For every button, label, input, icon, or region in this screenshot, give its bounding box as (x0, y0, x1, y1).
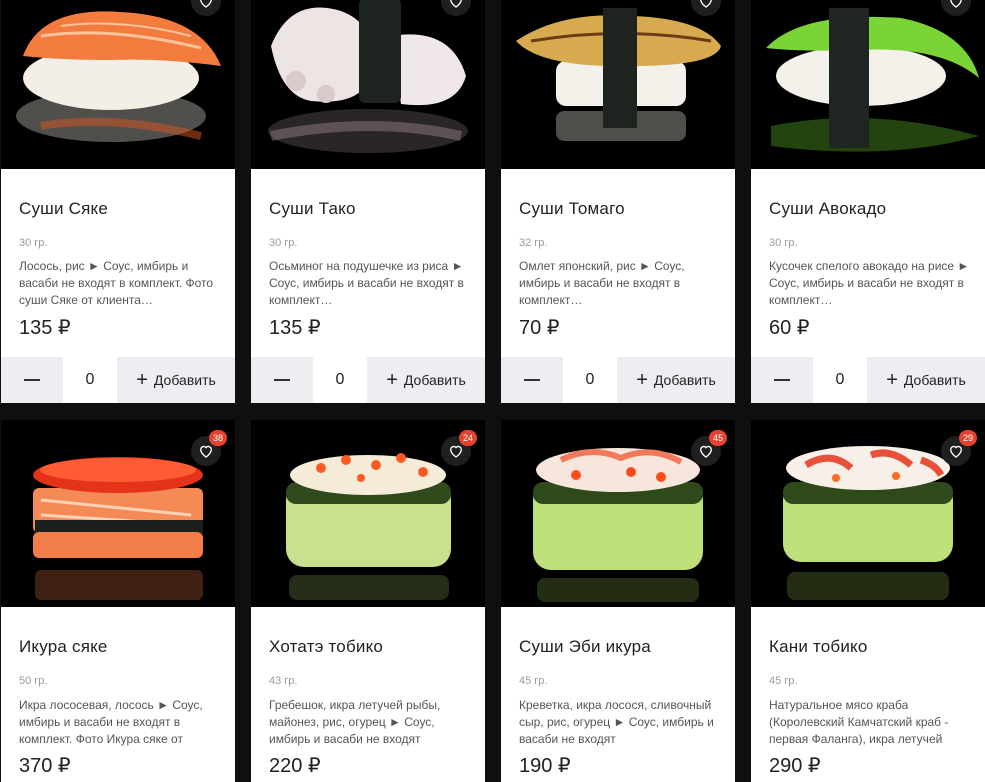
add-to-cart-button[interactable]: + Добавить (117, 357, 235, 403)
product-photo[interactable] (501, 0, 735, 169)
product-price: 60 ₽ (769, 317, 810, 339)
product-photo[interactable]: 38 (1, 420, 235, 607)
product-price: 220 ₽ (269, 755, 321, 777)
minus-icon (774, 379, 790, 381)
add-label: Добавить (653, 372, 716, 388)
product-weight: 50 гр. (19, 675, 48, 687)
product-price: 70 ₽ (519, 317, 560, 339)
quantity-value[interactable]: 0 (313, 357, 367, 403)
favorites-count-badge: 38 (209, 430, 227, 446)
decrease-button[interactable] (751, 357, 813, 403)
product-title: Хотатэ тобико (269, 637, 384, 656)
product-description: Икра лососевая, лосось ► Соус, имбирь и … (19, 698, 203, 746)
product-weight: 43 гр. (269, 675, 298, 687)
product-title: Икура сяке (19, 637, 108, 656)
product-photo[interactable] (251, 0, 485, 169)
product-description: Натуральное мясо краба (Королевский Камч… (769, 698, 949, 746)
product-description: Кусочек спелого авокадо на рисе ► Соус, … (769, 259, 970, 307)
add-to-cart-button[interactable]: + Добавить (867, 357, 985, 403)
product-price: 190 ₽ (519, 755, 571, 777)
product-photo[interactable]: 45 (501, 420, 735, 607)
minus-icon (524, 379, 540, 381)
plus-icon: + (636, 369, 648, 391)
add-to-cart-button[interactable]: + Добавить (367, 357, 485, 403)
product-photo[interactable] (751, 0, 985, 169)
decrease-button[interactable] (1, 357, 63, 403)
product-photo[interactable] (1, 0, 235, 169)
product-price: 135 ₽ (269, 317, 321, 339)
quantity-value[interactable]: 0 (813, 357, 867, 403)
product-description: Креветка, икра лосося, сливочный сыр, ри… (519, 698, 714, 746)
quantity-controls: 0 + Добавить (1, 357, 235, 403)
product-weight: 30 гр. (769, 237, 798, 249)
product-title: Суши Томаго (519, 199, 625, 218)
product-card[interactable]: 24 Хотатэ тобико 43 гр. Гребешок, икра л… (251, 420, 485, 782)
product-title: Кани тобико (769, 637, 868, 656)
favorite-button[interactable]: 38 (191, 430, 227, 466)
decrease-button[interactable] (251, 357, 313, 403)
decrease-button[interactable] (501, 357, 563, 403)
plus-icon: + (386, 369, 398, 391)
favorite-button[interactable]: 45 (691, 430, 727, 466)
quantity-controls: 0 + Добавить (251, 357, 485, 403)
product-weight: 32 гр. (519, 237, 548, 249)
quantity-controls: 0 + Добавить (501, 357, 735, 403)
product-price: 290 ₽ (769, 755, 821, 777)
product-card[interactable]: Суши Томаго 32 гр. Омлет японский, рис ►… (501, 0, 735, 403)
heart-icon (200, 0, 212, 8)
product-card[interactable]: 45 Суши Эби икура 45 гр. Креветка, икра … (501, 420, 735, 782)
quantity-value[interactable]: 0 (563, 357, 617, 403)
product-weight: 45 гр. (519, 675, 548, 687)
product-description: Лосось, рис ► Соус, имбирь и васаби не в… (19, 259, 214, 307)
add-label: Добавить (153, 372, 216, 388)
product-card[interactable]: Суши Авокадо 30 гр. Кусочек спелого авок… (751, 0, 985, 403)
product-title: Суши Тако (269, 199, 356, 218)
favorites-count-badge: 24 (459, 430, 477, 446)
product-description: Гребешок, икра летучей рыбы, майонез, ри… (269, 698, 441, 746)
add-label: Добавить (403, 372, 466, 388)
product-weight: 30 гр. (269, 237, 298, 249)
heart-icon (700, 0, 712, 8)
heart-icon (450, 0, 462, 8)
plus-icon: + (136, 369, 148, 391)
minus-icon (24, 379, 40, 381)
add-to-cart-button[interactable]: + Добавить (617, 357, 735, 403)
product-price: 135 ₽ (19, 317, 71, 339)
product-card[interactable]: Суши Сяке 30 гр. Лосось, рис ► Соус, имб… (1, 0, 235, 403)
product-photo[interactable]: 24 (251, 420, 485, 607)
product-title: Суши Авокадо (769, 199, 887, 218)
favorite-button[interactable]: 24 (441, 430, 477, 466)
favorites-count-badge: 45 (709, 430, 727, 446)
quantity-controls: 0 + Добавить (751, 357, 985, 403)
product-photo[interactable]: 29 (751, 420, 985, 607)
favorites-count-badge: 29 (959, 430, 977, 446)
product-weight: 30 гр. (19, 237, 48, 249)
minus-icon (274, 379, 290, 381)
quantity-value[interactable]: 0 (63, 357, 117, 403)
product-card[interactable]: 29 Кани тобико 45 гр. Натуральное мясо к… (751, 420, 985, 782)
plus-icon: + (886, 369, 898, 391)
product-price: 370 ₽ (19, 755, 71, 777)
product-description: Омлет японский, рис ► Соус, имбирь и вас… (519, 259, 685, 307)
heart-icon (950, 0, 962, 8)
favorite-button[interactable]: 29 (941, 430, 977, 466)
add-label: Добавить (903, 372, 966, 388)
product-card[interactable]: Суши Тако 30 гр. Осьминог на подушечке и… (251, 0, 485, 403)
product-weight: 45 гр. (769, 675, 798, 687)
product-description: Осьминог на подушечке из риса ► Соус, им… (269, 259, 464, 307)
product-title: Суши Сяке (19, 199, 108, 218)
product-title: Суши Эби икура (519, 637, 651, 656)
product-card[interactable]: 38 Икура сяке 50 гр. Икра лососевая, лос… (1, 420, 235, 782)
